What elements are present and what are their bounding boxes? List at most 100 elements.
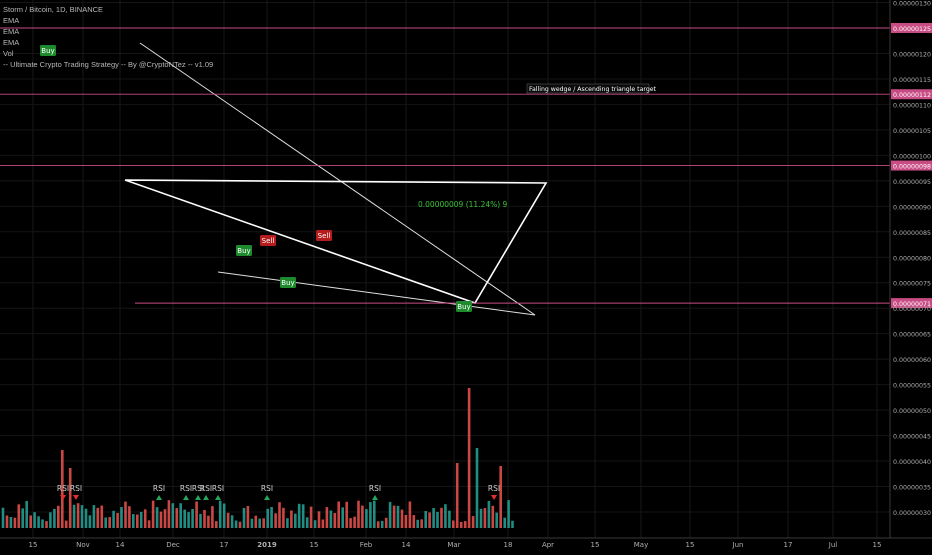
- rsi-arrow-up: [183, 495, 189, 500]
- legend-indicator-2: EMA: [3, 38, 20, 47]
- volume-bar: [294, 513, 297, 528]
- time-axis-tick: May: [634, 541, 648, 549]
- time-axis-tick: 2019: [257, 541, 277, 549]
- volume-bar: [104, 517, 107, 528]
- volume-bar: [64, 520, 68, 528]
- time-axis-tick: 18: [504, 541, 513, 549]
- volume-bar: [365, 509, 368, 528]
- chart-root: 0.00000009 (11.24%) 9 Falling wedge / Asc…: [0, 0, 932, 550]
- volume-bar: [100, 505, 104, 528]
- volume-bar: [440, 507, 443, 528]
- rsi-arrow-down: [60, 495, 66, 500]
- volume-bar: [297, 503, 301, 528]
- volume-bar: [282, 507, 285, 528]
- chart-svg[interactable]: 0.00000009 (11.24%) 9 Falling wedge / Asc…: [0, 0, 932, 550]
- volume-bar: [49, 512, 52, 528]
- price-axis-tick: 0.00000050: [893, 408, 931, 415]
- volume-bar: [455, 463, 459, 528]
- time-axis-tick: Jul: [828, 541, 838, 549]
- volume-bar: [388, 501, 392, 528]
- time-axis-tick: 15: [29, 541, 38, 549]
- volume-bar: [270, 507, 273, 528]
- volume-bar: [345, 501, 348, 528]
- volume-bar: [187, 512, 190, 528]
- price-axis-tick: 0.00000125: [893, 26, 931, 33]
- volume-bar: [349, 518, 352, 528]
- volume-bar: [132, 514, 135, 528]
- rsi-label: RSI: [369, 484, 381, 493]
- volume-bar: [353, 516, 356, 528]
- volume-bar: [483, 508, 487, 528]
- volume-bar: [266, 508, 269, 528]
- volume-bar: [420, 519, 423, 528]
- volume-bar: [317, 511, 321, 528]
- rsi-label: RSI: [212, 484, 224, 493]
- measure-label: 0.00000009 (11.24%) 9: [418, 200, 508, 209]
- volume-bar: [511, 520, 514, 528]
- volume-bar: [507, 500, 510, 528]
- volume-bar: [147, 520, 151, 528]
- volume-bar: [29, 515, 32, 528]
- time-axis-tick: 15: [310, 541, 319, 549]
- volume-bar: [53, 508, 56, 528]
- volume-bar: [80, 505, 84, 528]
- volume-bar: [238, 521, 242, 528]
- volume-bar: [84, 508, 88, 528]
- volume-bar: [436, 511, 439, 528]
- rsi-arrow-up: [195, 495, 201, 500]
- volume-bar: [499, 466, 502, 528]
- signal-label-buy: Buy: [237, 247, 250, 255]
- volume-bar: [286, 518, 289, 528]
- rsi-label: RSI: [180, 484, 192, 493]
- price-axis-tick: 0.00000070: [893, 306, 931, 313]
- volume-bar: [163, 509, 167, 528]
- volume-bar: [250, 518, 254, 528]
- price-axis-tick: 0.00000035: [893, 485, 931, 492]
- volume-bar: [5, 515, 9, 528]
- volume-bar: [88, 515, 92, 528]
- volume-bar: [246, 506, 250, 528]
- volume-bar: [207, 515, 210, 528]
- volume-bar: [9, 517, 13, 528]
- price-axis-tick: 0.00000090: [893, 204, 931, 211]
- volume-bar: [159, 511, 163, 528]
- volume-bar: [373, 500, 376, 528]
- signal-label-buy: Buy: [281, 279, 294, 287]
- volume-bar: [428, 512, 431, 528]
- volume-bar: [199, 513, 202, 528]
- volume-bar: [491, 505, 495, 528]
- time-axis-tick: Dec: [166, 541, 180, 549]
- price-axis-tick: 0.00000095: [893, 179, 931, 186]
- volume-bar: [396, 505, 400, 528]
- rsi-arrow-down: [73, 495, 79, 500]
- time-axis-tick: 15: [686, 541, 695, 549]
- volume-bar: [218, 500, 222, 528]
- volume-bar: [116, 513, 119, 528]
- volume-bar: [203, 510, 206, 528]
- volume-bar: [467, 388, 471, 528]
- volume-bar: [72, 504, 76, 528]
- volume-bar: [195, 501, 198, 528]
- time-axis-tick: Feb: [360, 541, 373, 549]
- volume-bar: [258, 518, 261, 528]
- volume-bar: [495, 512, 498, 528]
- signal-label-buy: Buy: [457, 303, 470, 311]
- volume-bar: [37, 516, 40, 528]
- volume-bar: [400, 509, 404, 528]
- volume-bar: [487, 501, 491, 528]
- volume-bar: [57, 505, 60, 528]
- time-axis-tick: Nov: [76, 541, 90, 549]
- time-axis-tick: 17: [784, 541, 793, 549]
- volume-bar: [96, 507, 100, 528]
- volume-bar: [341, 507, 344, 528]
- wedge-upper-line: [139, 42, 536, 316]
- volume-bar: [128, 506, 131, 528]
- price-axis-tick: 0.00000105: [893, 128, 931, 135]
- volume-bar: [171, 503, 175, 528]
- volume-bar: [139, 511, 143, 528]
- rsi-arrow-up: [215, 495, 221, 500]
- volume-bar: [392, 505, 396, 528]
- price-axis-tick: 0.00000085: [893, 230, 931, 237]
- volume-bar: [479, 508, 483, 528]
- price-axis-tick: 0.00000098: [893, 164, 931, 171]
